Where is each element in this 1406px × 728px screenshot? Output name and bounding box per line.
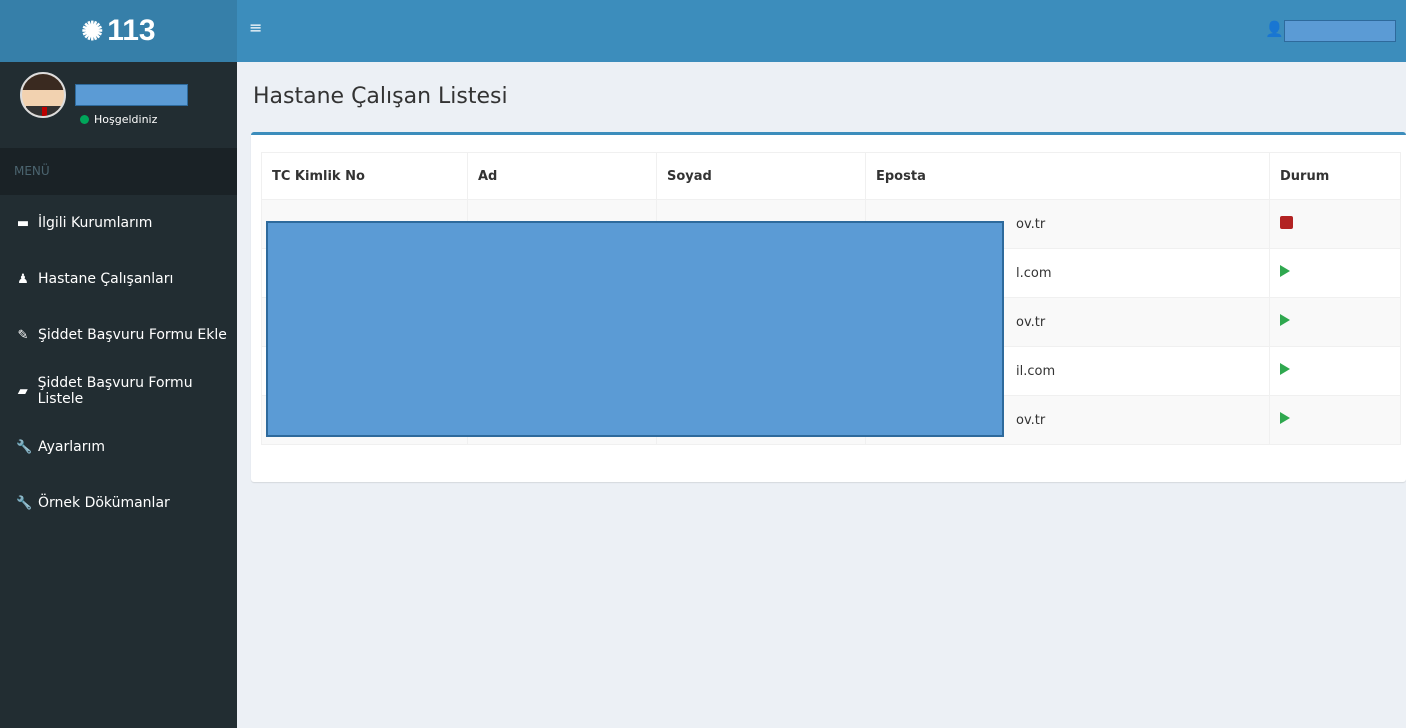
- user-icon[interactable]: 👤: [1265, 20, 1284, 38]
- user-panel: Hoşgeldiniz: [0, 62, 237, 148]
- sidebar-item-label: Örnek Dökümanlar: [38, 495, 170, 511]
- logo-text: 113: [107, 14, 156, 47]
- sidebar-item-hastane-calisanlari[interactable]: ♟ Hastane Çalışanları: [0, 251, 237, 307]
- sidebar-item-label: Hastane Çalışanları: [38, 271, 174, 287]
- sidebar-item-label: Şiddet Başvuru Formu Ekle: [38, 327, 227, 343]
- play-icon[interactable]: [1280, 412, 1290, 424]
- edit-icon: ✎: [17, 327, 29, 343]
- redaction-overlay: [266, 221, 1004, 437]
- sidebar-item-ilgili-kurumlarim[interactable]: ▬ İlgili Kurumlarım: [0, 195, 237, 251]
- column-header-ad[interactable]: Ad: [467, 152, 657, 200]
- wrench-icon: 🔧: [16, 495, 33, 511]
- sidebar-item-label: Şiddet Başvuru Formu Listele: [37, 375, 193, 407]
- sidebar-item-label: İlgili Kurumlarım: [38, 215, 153, 231]
- menu-toggle-icon[interactable]: ≡: [249, 18, 262, 37]
- status-text: Hoşgeldiniz: [94, 113, 158, 126]
- sidebar: Hoşgeldiniz MENÜ ▬ İlgili Kurumlarım ♟ H…: [0, 62, 237, 728]
- play-icon[interactable]: [1280, 265, 1290, 277]
- play-icon[interactable]: [1280, 314, 1290, 326]
- online-status: Hoşgeldiniz: [80, 113, 157, 126]
- sidebar-item-ornek-dokumanlar[interactable]: 🔧 Örnek Dökümanlar: [0, 475, 237, 531]
- cell-durum: [1269, 297, 1401, 347]
- page-title: Hastane Çalışan Listesi: [253, 84, 508, 109]
- column-header-durum[interactable]: Durum: [1269, 152, 1401, 200]
- book-icon: ▰: [17, 383, 28, 399]
- online-dot-icon: [80, 115, 89, 124]
- folder-icon: ▬: [16, 215, 30, 231]
- cell-durum: [1269, 248, 1401, 298]
- sidebar-item-form-ekle[interactable]: ✎ Şiddet Başvuru Formu Ekle: [0, 307, 237, 363]
- sidebar-user-name-redacted: [75, 84, 188, 106]
- logo-emblem-icon: ✺: [81, 15, 104, 46]
- play-icon[interactable]: [1280, 363, 1290, 375]
- column-header-tc[interactable]: TC Kimlik No: [261, 152, 468, 200]
- menu-header: MENÜ: [0, 148, 237, 195]
- user-icon: ♟: [17, 271, 29, 287]
- cell-durum: [1269, 395, 1401, 445]
- wrench-icon: 🔧: [16, 439, 33, 455]
- logo[interactable]: ✺ 113: [0, 0, 237, 62]
- avatar: [20, 72, 66, 118]
- column-header-eposta[interactable]: Eposta: [865, 152, 1270, 200]
- stop-icon[interactable]: [1280, 215, 1293, 229]
- column-header-soyad[interactable]: Soyad: [656, 152, 866, 200]
- sidebar-item-label: Ayarlarım: [38, 439, 105, 455]
- user-name-redacted[interactable]: [1284, 20, 1396, 42]
- table-header-row: TC Kimlik No Ad Soyad Eposta Durum: [261, 152, 1401, 200]
- sidebar-item-form-listele[interactable]: ▰ Şiddet Başvuru Formu Listele: [0, 363, 237, 419]
- top-navbar: ≡ 👤: [237, 0, 1406, 62]
- cell-durum: [1269, 199, 1401, 249]
- sidebar-item-ayarlarim[interactable]: 🔧 Ayarlarım: [0, 419, 237, 475]
- cell-durum: [1269, 346, 1401, 396]
